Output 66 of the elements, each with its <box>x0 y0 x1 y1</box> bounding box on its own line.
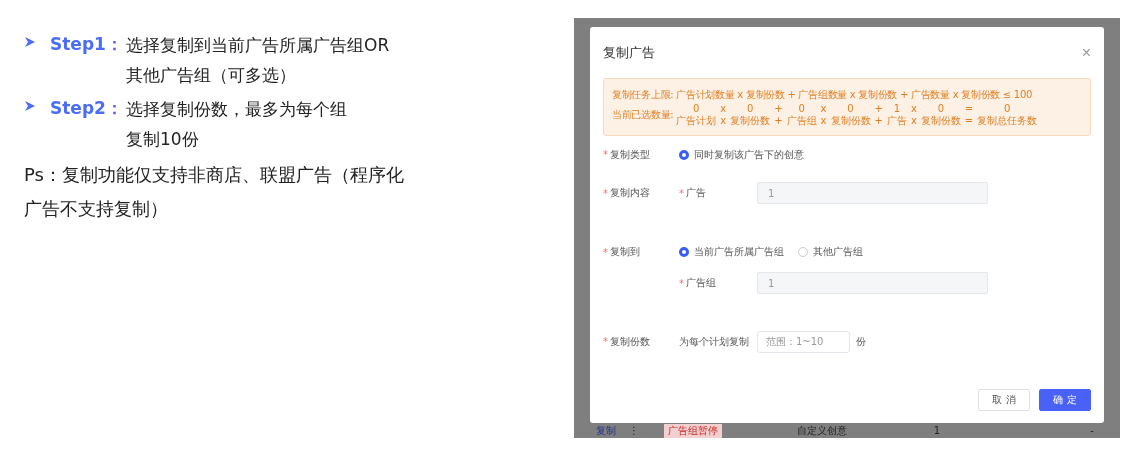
term-value: = <box>964 102 974 115</box>
term-value: 0 <box>847 102 854 115</box>
field-suffix: 份 <box>856 334 866 349</box>
more-icon[interactable]: ⋮ <box>616 425 652 436</box>
step-text: 选择复制到当前广告所属广告组OR <box>126 34 390 57</box>
arrow-bullet-icon <box>24 100 36 112</box>
cancel-button[interactable]: 取 消 <box>978 389 1030 411</box>
required-icon: * <box>603 149 608 161</box>
confirm-button[interactable]: 确 定 <box>1039 389 1091 411</box>
field-prefix: 为每个计划复制 <box>679 334 749 349</box>
radio-option[interactable]: 当前广告所属广告组 <box>679 245 784 260</box>
step-text: 复制10份 <box>126 128 200 151</box>
status-tag: 广告组暂停 <box>664 423 722 438</box>
term-value: x <box>910 102 917 115</box>
radio-option[interactable]: 同时复制该广告下的创意 <box>679 147 804 162</box>
term-value: + <box>874 102 883 115</box>
term-label: 复制总任务数 <box>977 114 1038 127</box>
form-label: 复制类型 <box>610 147 650 162</box>
step-text: 选择复制份数，最多为每个组 <box>126 98 347 121</box>
term-label: 广告计划 <box>676 114 717 127</box>
step-label: Step2： <box>50 97 124 120</box>
step-text: 其他广告组（可多选） <box>126 64 297 87</box>
term-label: + <box>774 114 783 127</box>
table-cell-text: 1 <box>932 425 942 436</box>
term-value: 0 <box>693 102 700 115</box>
term-value: 0 <box>747 102 754 115</box>
arrow-bullet-icon <box>24 36 36 48</box>
form-label: 复制份数 <box>610 334 650 349</box>
term-label: x <box>720 114 727 127</box>
term-label: 复制份数 <box>730 114 771 127</box>
term-value: 0 <box>937 102 944 115</box>
term-label: + <box>874 114 883 127</box>
field-label: 广告 <box>686 186 706 201</box>
alert-label: 复制任务上限: <box>612 87 674 102</box>
form-label: 复制内容 <box>610 186 650 201</box>
dialog-title: 复制广告 <box>603 43 655 62</box>
term-label: x <box>910 114 917 127</box>
required-icon: * <box>603 247 608 258</box>
alert-formula: 广告计划数量 x 复制份数 + 广告组数量 x 复制份数 + 广告数量 x 复制份数 ≤ 100 <box>676 87 1032 102</box>
term-label: 复制份数 <box>920 114 961 127</box>
required-icon: * <box>679 187 684 199</box>
input-field[interactable]: 范围：1~10 <box>757 330 850 353</box>
term-value: 1 <box>893 102 901 115</box>
term-label: x <box>820 114 827 127</box>
required-icon: * <box>679 277 684 289</box>
table-cell-text: - <box>1089 425 1095 436</box>
term-value: x <box>820 102 827 115</box>
close-button[interactable]: × <box>1081 43 1091 62</box>
note-text: Ps：复制功能仅支持非商店、联盟广告（程序化广告不支持复制） <box>24 163 405 221</box>
term-label: 复制份数 <box>830 114 871 127</box>
table-cell-text: 自定义创意 <box>796 423 848 438</box>
term-value: 0 <box>1004 102 1011 115</box>
radio-option[interactable]: 其他广告组 <box>798 245 863 260</box>
step-label: Step1： <box>50 33 124 56</box>
term-label: = <box>964 114 974 127</box>
copy-link[interactable]: 复制 <box>596 423 616 438</box>
field-label: 广告组 <box>686 276 716 291</box>
term-label: 广告 <box>886 114 907 127</box>
form-label: 复制到 <box>610 245 640 260</box>
term-label: 广告组 <box>786 114 817 127</box>
term-value: + <box>774 102 783 115</box>
alert-label: 当前已选数量: <box>612 107 674 122</box>
required-icon: * <box>603 336 608 347</box>
term-value: 0 <box>798 102 805 115</box>
required-icon: * <box>603 187 608 199</box>
term-value: x <box>720 102 727 115</box>
